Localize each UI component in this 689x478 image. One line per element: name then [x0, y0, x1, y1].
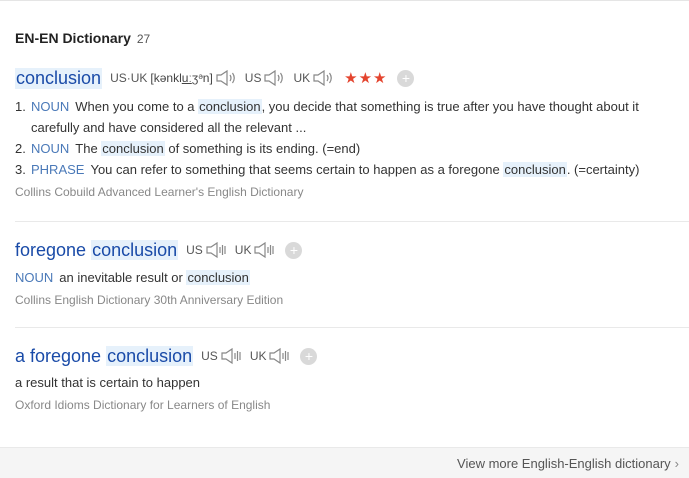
definition-item: 2. NOUN The conclusion of something is it…: [15, 141, 361, 156]
entry-divider: [15, 327, 689, 328]
plus-icon[interactable]: +: [397, 69, 415, 87]
uk-label: UK: [249, 349, 267, 363]
footer-bar: View more English-English dictionary ›: [0, 447, 689, 478]
entry-title-row: conclusion US·UK [kənkluːʒᵊn] US UK ★★★ …: [15, 66, 689, 90]
speaker-icon[interactable]: [215, 69, 237, 87]
highlight-term: conclusion: [186, 270, 250, 285]
part-of-speech: PHRASE: [31, 162, 85, 177]
phonetic: [kənkluːʒᵊn]: [150, 71, 213, 85]
headword-link[interactable]: foregone conclusion: [15, 239, 179, 261]
headword-link[interactable]: a foregone conclusion: [15, 345, 194, 367]
headword-link[interactable]: conclusion: [15, 67, 103, 89]
entry-title-row: a foregone conclusion US UK +: [15, 344, 689, 368]
us-label: US: [201, 349, 218, 363]
definition-item: 1. NOUN When you come to a conclusion, yo…: [15, 99, 639, 135]
highlight-term: conclusion: [101, 141, 165, 156]
highlight-term: conclusion: [503, 162, 567, 177]
definition-text: NOUN an inevitable result or conclusion: [15, 270, 250, 285]
frequency-stars: ★★★: [344, 70, 388, 87]
speaker-icon[interactable]: [263, 69, 285, 87]
uk-label: UK: [234, 243, 252, 257]
plus-icon[interactable]: +: [285, 241, 303, 259]
section-header: EN-EN Dictionary 27: [15, 30, 150, 46]
us-label: US: [244, 71, 262, 85]
plus-icon[interactable]: +: [300, 347, 318, 365]
speaker-icon[interactable]: [268, 347, 290, 365]
definition-item: 3. PHRASE You can refer to something that…: [15, 162, 640, 177]
speaker-icon[interactable]: [205, 241, 227, 259]
uk-label: UK: [293, 71, 311, 85]
dictionary-source: Collins English Dictionary 30th Annivers…: [15, 293, 284, 307]
view-more-link[interactable]: View more English-English dictionary ›: [457, 456, 679, 471]
highlight-term: conclusion: [198, 99, 262, 114]
definition-list: 1. NOUN When you come to a conclusion, yo…: [15, 96, 689, 180]
dictionary-source: Collins Cobuild Advanced Learner's Engli…: [15, 185, 304, 199]
part-of-speech: NOUN: [15, 270, 54, 285]
speaker-icon[interactable]: [253, 241, 275, 259]
us-label: US: [186, 243, 203, 257]
speaker-icon[interactable]: [220, 347, 242, 365]
section-title: EN-EN Dictionary: [15, 30, 131, 46]
entry-foregone-conclusion: foregone conclusion US UK + NOUN an inevi…: [15, 238, 689, 307]
chevron-right-icon: ›: [674, 456, 679, 471]
definition-text: a result that is certain to happen: [15, 375, 201, 390]
entry-conclusion: conclusion US·UK [kənkluːʒᵊn] US UK ★★★ …: [15, 66, 689, 199]
entry-divider: [15, 221, 689, 222]
entry-a-foregone-conclusion: a foregone conclusion US UK + a result t…: [15, 344, 689, 412]
part-of-speech: NOUN: [31, 141, 70, 156]
entry-title-row: foregone conclusion US UK +: [15, 238, 689, 262]
part-of-speech: NOUN: [31, 99, 70, 114]
us-uk-label: US·UK: [110, 71, 148, 85]
entry-count: 27: [136, 32, 151, 46]
speaker-icon[interactable]: [312, 69, 334, 87]
dictionary-source: Oxford Idioms Dictionary for Learners of…: [15, 398, 271, 412]
top-divider: [0, 0, 689, 1]
